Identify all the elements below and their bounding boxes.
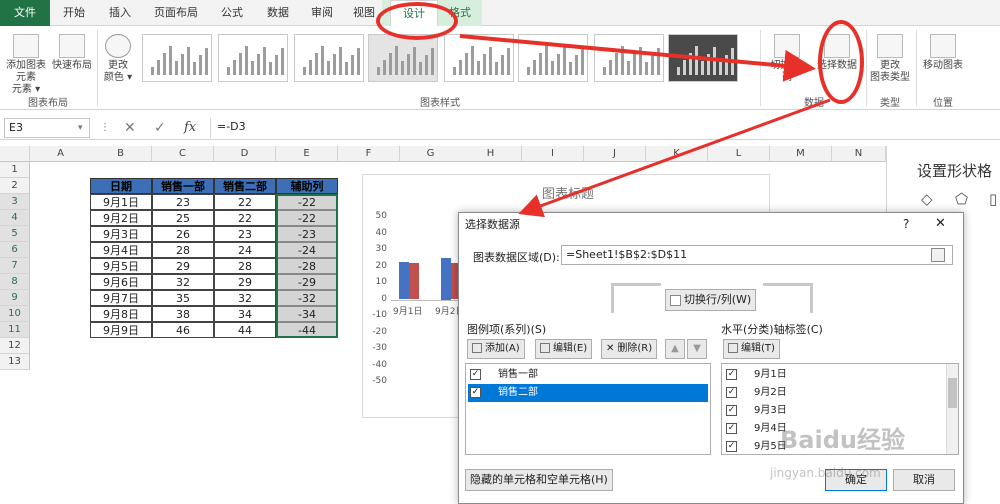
baidu-watermark-logo: Baidu经验: [780, 426, 905, 454]
arrow-to-select-data: [459, 34, 816, 82]
arrow-to-dialog: [518, 98, 831, 218]
baidu-watermark-url: jingyan.baidu.com: [770, 466, 881, 480]
